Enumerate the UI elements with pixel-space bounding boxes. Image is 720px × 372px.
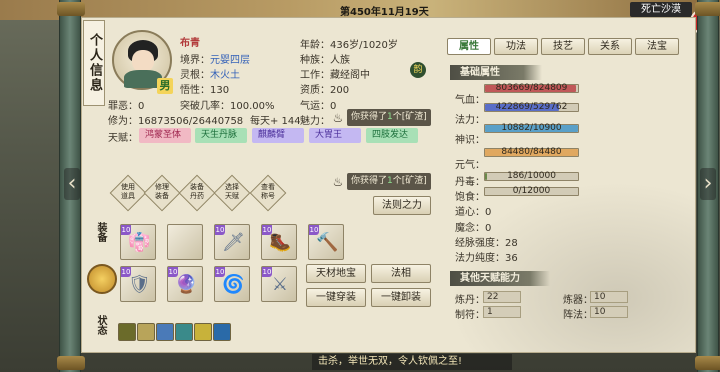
equip-slot[interactable]: 10 🌀 [214, 266, 250, 302]
luck-row: 气运：0 [300, 101, 337, 112]
baoshi-label: 饱食： [455, 192, 485, 203]
status-effect-icon[interactable] [213, 323, 231, 341]
daily-gain: 每天+ 144 [250, 116, 301, 127]
equip-slot[interactable] [167, 224, 203, 260]
game-date: 第450年11月19天 [340, 7, 429, 18]
chundu-row: 法力纯度：36 [455, 253, 518, 264]
other-talents-header: 其他天赋能力 [450, 271, 550, 286]
charm-row: 魅力： [300, 116, 330, 127]
status-effect-icon[interactable] [118, 323, 136, 341]
job-row: 工作：藏经阁中 [300, 70, 370, 81]
status-effect-icon[interactable] [156, 323, 174, 341]
equip-slot[interactable]: 10 👘 [120, 224, 156, 260]
realm-row: 境界：元婴四层 [180, 55, 250, 66]
root-row: 灵根：木火土 [180, 70, 240, 81]
tab-arts[interactable]: 技艺 [541, 38, 585, 55]
baoshi-bar: 0/12000 [484, 186, 579, 196]
break-row: 突破几率：100.00% [180, 101, 275, 112]
law-power-button[interactable]: 法则之力 [373, 196, 431, 215]
sword-icon: 🗡 [222, 232, 245, 253]
skill-use-item[interactable]: 使用 道具 [115, 180, 141, 206]
fa-xiang-button[interactable]: 法相 [371, 264, 431, 283]
zhenfa-value: 10 [590, 306, 628, 318]
talent-tag[interactable]: 鸿蒙圣体 [139, 128, 191, 143]
zhenfa-label: 阵法： [563, 310, 593, 321]
treasure-button[interactable]: 天材地宝 [306, 264, 366, 283]
tab-techniques[interactable]: 功法 [494, 38, 538, 55]
equip-slot[interactable]: 10 ⚔ [261, 266, 297, 302]
monian-row: 魔念：0 [455, 223, 492, 234]
equip-slot[interactable]: 10 🥾 [261, 224, 297, 260]
dagger-icon: ⚔ [271, 274, 289, 295]
status-label: 状态 [95, 315, 106, 335]
status-effect-icon[interactable] [175, 323, 193, 341]
race-row: 种族：人族 [300, 55, 350, 66]
qixue-label: 气血： [455, 95, 485, 106]
skill-title[interactable]: 查看 称号 [255, 180, 281, 206]
dandu-label: 丹毒： [455, 177, 485, 188]
campfire-icon: ♨ [332, 175, 344, 189]
character-name: 布青 [180, 38, 200, 49]
yuanqi-bar: 84480/84480 [484, 147, 579, 157]
loot-message: 你获得了1个[矿渣] [347, 109, 431, 126]
orb-icon: 🔮 [175, 274, 198, 295]
shenshi-label: 神识： [455, 135, 485, 146]
fali-label: 法力： [455, 115, 485, 126]
zhifu-label: 制符： [455, 310, 485, 321]
talent-tag[interactable]: 大胃王 [309, 128, 361, 143]
tab-attributes[interactable]: 属性 [447, 38, 491, 55]
lianqi-value: 10 [590, 291, 628, 303]
job-badge[interactable]: 韵 [410, 62, 426, 78]
age-row: 年龄：436岁/1020岁 [300, 40, 398, 51]
basic-attributes-header: 基础属性 [450, 65, 542, 80]
wear-all-button[interactable]: 一键穿装 [306, 288, 366, 307]
qixue-bar: 803669/824809 [484, 83, 579, 93]
gender-badge: 男 [157, 78, 173, 94]
boots-icon: 🥾 [269, 232, 292, 253]
loot-message: 你获得了1个[矿渣] [347, 173, 431, 190]
skill-repair[interactable]: 修理 装备 [149, 180, 175, 206]
equip-slot[interactable]: 10 🗡 [214, 224, 250, 260]
equip-slot[interactable]: 10 🔮 [167, 266, 203, 302]
next-arrow-icon[interactable]: › [700, 168, 716, 200]
shenshi-bar: 10882/10900 [484, 123, 579, 133]
dandu-bar: 186/10000 [484, 171, 579, 181]
talent-tag[interactable]: 天生丹脉 [195, 128, 247, 143]
bag-icon[interactable] [87, 264, 117, 294]
talent-label: 天赋： [108, 133, 138, 144]
talent-tag[interactable]: 四肢发达 [366, 128, 418, 143]
tab-relations[interactable]: 关系 [588, 38, 632, 55]
liandan-value: 22 [483, 291, 521, 303]
liandan-label: 炼丹： [455, 295, 485, 306]
campfire-icon: ♨ [332, 111, 344, 125]
location-label: 死亡沙漠 [630, 2, 692, 17]
talent-tag[interactable]: 麒麟臂 [252, 128, 304, 143]
prev-arrow-icon[interactable]: ‹ [64, 168, 80, 200]
panel-title: 个人信息 [83, 20, 105, 106]
equip-label: 装备 [95, 222, 106, 242]
tab-treasures[interactable]: 法宝 [635, 38, 679, 55]
zhifu-value: 1 [483, 306, 521, 318]
armor-icon: 🛡 [128, 274, 151, 295]
equip-slot[interactable]: 10 🛡 [120, 266, 156, 302]
jingmai-row: 经脉强度：28 [455, 238, 518, 249]
remove-all-button[interactable]: 一键卸装 [371, 288, 431, 307]
status-effect-icon[interactable] [194, 323, 212, 341]
hammer-icon: 🔨 [316, 232, 339, 253]
fali-bar: 422869/529762 [484, 102, 579, 112]
skill-pill[interactable]: 装备 丹药 [184, 180, 210, 206]
lianqi-label: 炼器： [563, 295, 593, 306]
vortex-icon: 🌀 [222, 274, 245, 295]
cultivation-row: 修为：16873506/26440758 [108, 116, 244, 127]
robe-icon: 👘 [128, 232, 151, 253]
skill-talent[interactable]: 选择 天赋 [219, 180, 245, 206]
status-effect-icon[interactable] [137, 323, 155, 341]
aptitude-row: 资质：200 [300, 85, 350, 96]
insight-row: 悟性：130 [180, 85, 230, 96]
equip-slot[interactable]: 10 🔨 [308, 224, 344, 260]
yuanqi-label: 元气： [455, 160, 485, 171]
sin-row: 罪恶：0 [108, 101, 145, 112]
kill-ticker: 击杀，举世无双，令人钦佩之至! [312, 354, 512, 370]
daoxin-row: 道心：0 [455, 207, 492, 218]
